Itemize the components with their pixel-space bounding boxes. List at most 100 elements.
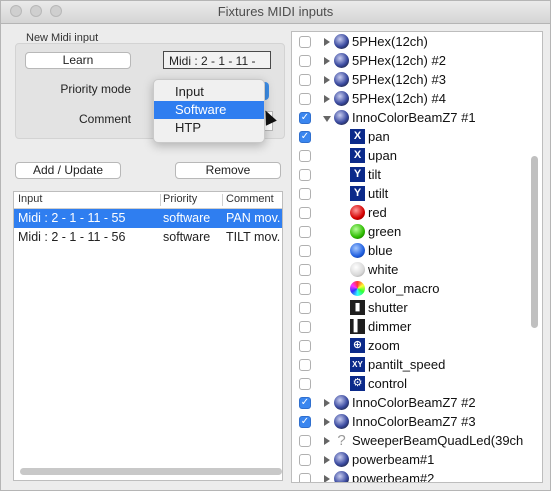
tree-fixture-item[interactable]: powerbeam#1 (292, 451, 542, 470)
midi-input-field[interactable]: Midi : 2 - 1 - 11 - (163, 51, 271, 69)
tree-item-label: InnoColorBeamZ7 #2 (352, 395, 476, 410)
tree-channel-item[interactable]: ▌ dimmer (292, 318, 542, 337)
row-comment: PAN mov. (226, 211, 281, 225)
tree-item-label: powerbeam#1 (352, 452, 435, 467)
remove-button[interactable]: Remove (175, 162, 281, 179)
tree-checkbox[interactable] (299, 264, 311, 276)
row-priority: software (163, 211, 211, 225)
column-input[interactable]: Input (18, 193, 42, 205)
table-header: Input Priority Comment (14, 192, 282, 209)
priority-option-input[interactable]: Input (154, 83, 264, 101)
tree-checkbox[interactable] (299, 340, 311, 352)
tree-channel-item[interactable]: XY pantilt_speed (292, 356, 542, 375)
priority-option-htp[interactable]: HTP (154, 119, 264, 137)
tree-checkbox[interactable] (299, 321, 311, 333)
disclosure-closed-icon[interactable] (324, 456, 330, 464)
disclosure-closed-icon[interactable] (324, 399, 330, 407)
tree-channel-item[interactable]: Yutilt (292, 185, 542, 204)
tree-checkbox[interactable] (299, 359, 311, 371)
tilt-icon: Y (350, 167, 365, 182)
question-icon: ? (337, 432, 346, 449)
tree-item-label: 5PHex(12ch) #3 (352, 72, 446, 87)
pan-icon: X (350, 129, 365, 144)
tree-item-label: InnoColorBeamZ7 #3 (352, 414, 476, 429)
tree-checkbox[interactable]: ✓ (299, 416, 311, 428)
row-input: Midi : 2 - 1 - 11 - 55 (18, 211, 126, 225)
tree-fixture-item[interactable]: ✓ InnoColorBeamZ7 #2 (292, 394, 542, 413)
tree-checkbox[interactable] (299, 36, 311, 48)
tree-checkbox[interactable] (299, 435, 311, 447)
tree-checkbox[interactable] (299, 454, 311, 466)
tree-item-label: upan (368, 148, 397, 163)
horizontal-scrollbar[interactable] (20, 468, 282, 475)
table-row[interactable]: Midi : 2 - 1 - 11 - 56 software TILT mov… (14, 228, 282, 247)
tree-checkbox[interactable] (299, 169, 311, 181)
tree-item-label: green (368, 224, 402, 239)
tree-fixture-item[interactable]: 5PHex(12ch) (292, 33, 542, 52)
fixtures-tree: 5PHex(12ch) 5PHex(12ch) #2 5PHex(12ch) #3 5… (291, 31, 543, 483)
disclosure-open-icon[interactable] (323, 116, 331, 122)
tree-channel-item[interactable]: Ytilt (292, 166, 542, 185)
tree-fixture-item[interactable]: 5PHex(12ch) #4 (292, 90, 542, 109)
tree-channel-item[interactable]: white (292, 261, 542, 280)
upan-icon: X (350, 148, 365, 163)
tree-checkbox[interactable]: ✓ (299, 112, 311, 124)
tree-channel-item[interactable]: ⊕ zoom (292, 337, 542, 356)
column-priority[interactable]: Priority (163, 193, 197, 205)
tree-channel-item[interactable]: ⚙ control (292, 375, 542, 394)
tree-fixture-item[interactable]: 5PHex(12ch) #2 (292, 52, 542, 71)
tree-fixture-item[interactable]: 5PHex(12ch) #3 (292, 71, 542, 90)
disclosure-closed-icon[interactable] (324, 38, 330, 46)
tree-checkbox[interactable] (299, 55, 311, 67)
tree-item-label: dimmer (368, 319, 412, 334)
disclosure-closed-icon[interactable] (324, 437, 330, 445)
fixture-icon (334, 414, 349, 429)
disclosure-closed-icon[interactable] (324, 475, 330, 482)
tree-channel-item[interactable]: color_macro (292, 280, 542, 299)
disclosure-closed-icon[interactable] (324, 76, 330, 84)
tree-checkbox[interactable] (299, 188, 311, 200)
learn-button[interactable]: Learn (25, 52, 131, 69)
tree-fixture-item[interactable]: powerbeam#2 (292, 470, 542, 482)
tree-fixture-item[interactable]: ✓ InnoColorBeamZ7 #3 (292, 413, 542, 432)
tree-channel-item[interactable]: blue (292, 242, 542, 261)
vertical-scrollbar[interactable] (531, 156, 538, 328)
white-icon (350, 262, 365, 277)
tree-channel-item[interactable]: green (292, 223, 542, 242)
tree-checkbox[interactable] (299, 207, 311, 219)
priority-mode-label: Priority mode (60, 82, 131, 96)
column-comment[interactable]: Comment (226, 193, 274, 205)
add-update-button[interactable]: Add / Update (15, 162, 121, 179)
tree-checkbox[interactable] (299, 302, 311, 314)
tree-channel-item[interactable]: Xupan (292, 147, 542, 166)
disclosure-closed-icon[interactable] (324, 57, 330, 65)
fixture-icon (334, 34, 349, 49)
pantilt-speed-icon: XY (350, 357, 365, 372)
disclosure-closed-icon[interactable] (324, 418, 330, 426)
tree-checkbox[interactable] (299, 226, 311, 238)
fixture-icon (334, 452, 349, 467)
tree-checkbox[interactable] (299, 150, 311, 162)
tree-fixture-item[interactable]: ? SweeperBeamQuadLed(39ch (292, 432, 542, 451)
disclosure-closed-icon[interactable] (324, 95, 330, 103)
tree-item-label: 5PHex(12ch) #4 (352, 91, 446, 106)
priority-dropdown-menu: Input Software HTP (153, 79, 265, 143)
tree-checkbox[interactable] (299, 245, 311, 257)
shutter-icon: ▮ (350, 300, 365, 315)
fixture-icon (334, 53, 349, 68)
tree-checkbox[interactable] (299, 378, 311, 390)
priority-option-software[interactable]: Software (154, 101, 264, 119)
tree-checkbox[interactable]: ✓ (299, 397, 311, 409)
tree-channel-item[interactable]: red (292, 204, 542, 223)
tree-checkbox[interactable] (299, 93, 311, 105)
tree-fixture-item[interactable]: ✓ InnoColorBeamZ7 #1 (292, 109, 542, 128)
tree-checkbox[interactable] (299, 283, 311, 295)
tree-channel-item[interactable]: ✓ Xpan (292, 128, 542, 147)
tree-channel-item[interactable]: ▮ shutter (292, 299, 542, 318)
tree-item-label: blue (368, 243, 393, 258)
tree-checkbox[interactable]: ✓ (299, 131, 311, 143)
tree-checkbox[interactable] (299, 473, 311, 482)
table-row[interactable]: Midi : 2 - 1 - 11 - 55 software PAN mov. (14, 209, 282, 228)
row-comment: TILT mov. (226, 230, 281, 244)
tree-checkbox[interactable] (299, 74, 311, 86)
